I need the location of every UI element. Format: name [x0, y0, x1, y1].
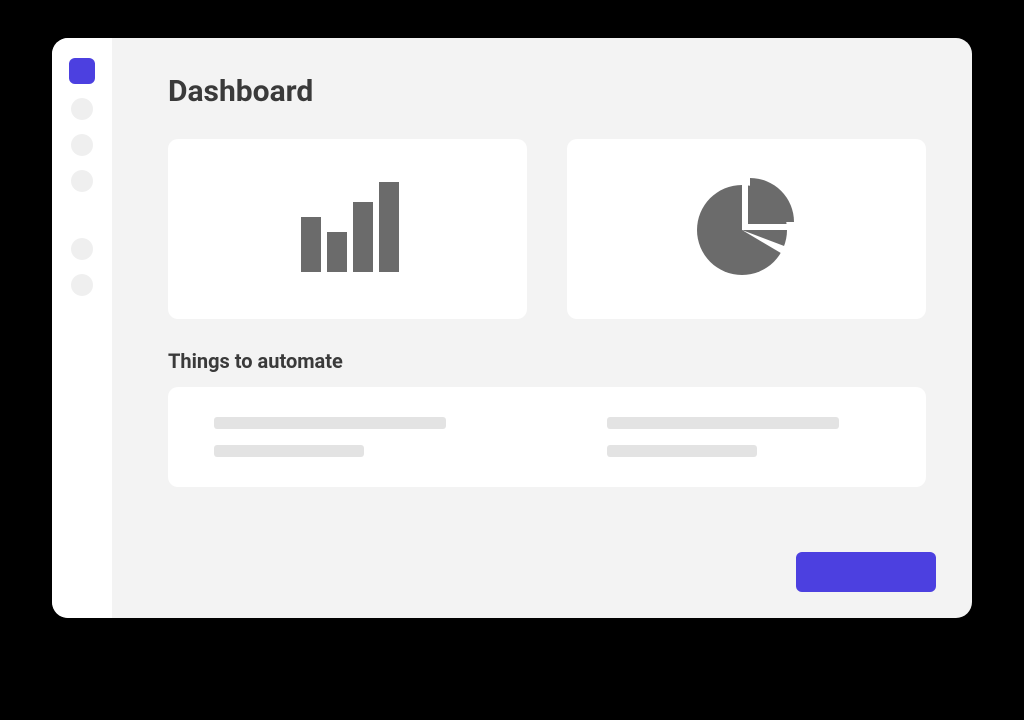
nav-item-5[interactable] [71, 274, 93, 296]
nav-item-2[interactable] [71, 134, 93, 156]
page-title: Dashboard [168, 74, 926, 109]
list-item[interactable] [214, 445, 364, 457]
card-pie-chart[interactable] [567, 139, 926, 319]
app-window: Dashboard [52, 38, 972, 618]
list-item[interactable] [607, 445, 757, 457]
primary-action-button[interactable] [796, 552, 936, 592]
pie-chart-icon [692, 172, 802, 286]
card-bar-chart[interactable] [168, 139, 527, 319]
nav-item-4[interactable] [71, 238, 93, 260]
nav-item-active[interactable] [69, 58, 95, 84]
list-col-right [607, 417, 880, 457]
automate-list-panel [168, 387, 926, 487]
main-content: Dashboard [112, 38, 972, 618]
nav-item-1[interactable] [71, 98, 93, 120]
list-col-left [214, 417, 487, 457]
sidebar [52, 38, 112, 618]
cards-row [168, 139, 926, 319]
list-item[interactable] [607, 417, 839, 429]
section-title-automate: Things to automate [168, 349, 926, 373]
nav-item-3[interactable] [71, 170, 93, 192]
list-item[interactable] [214, 417, 446, 429]
bar-chart-icon [293, 177, 403, 281]
